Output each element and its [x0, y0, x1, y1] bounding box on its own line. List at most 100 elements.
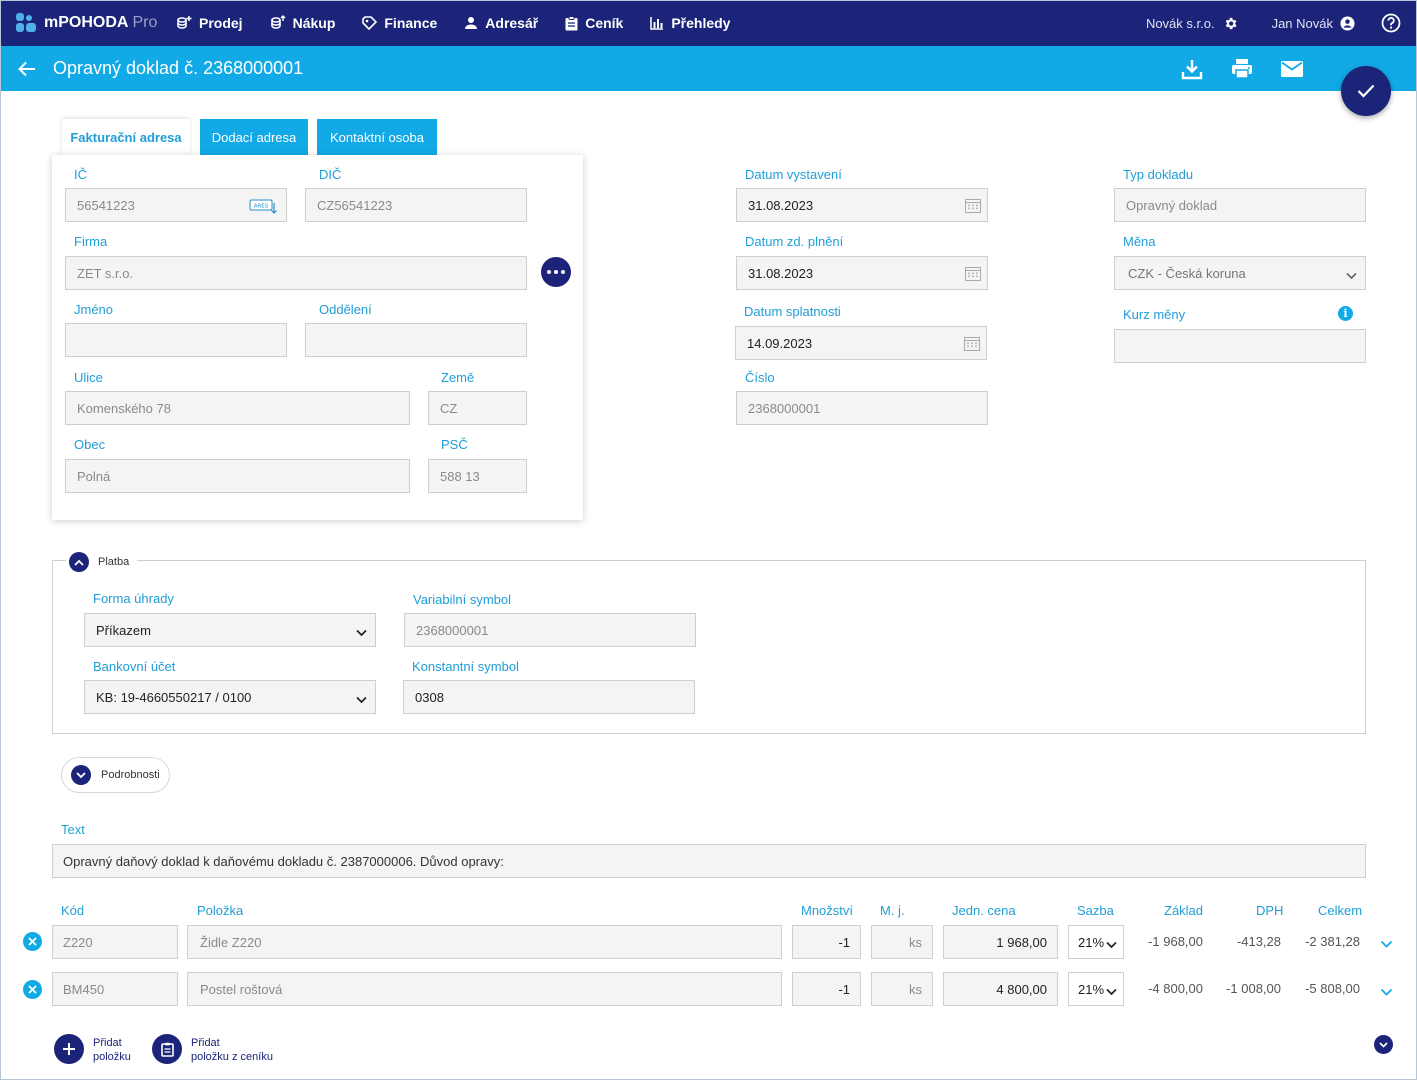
zeme-field[interactable]: CZ [428, 391, 527, 425]
row-kod-field[interactable]: Z220 [52, 925, 178, 959]
variabilni-symbol-value: 2368000001 [416, 622, 489, 638]
ulice-label: Ulice [74, 370, 103, 385]
text-field[interactable]: Opravný daňový doklad k daňovému dokladu… [52, 844, 1366, 878]
row-kod-field[interactable]: BM450 [52, 972, 178, 1006]
row-zaklad: -1 968,00 [1148, 934, 1203, 949]
expand-row-chevron-icon[interactable] [1378, 984, 1394, 1000]
calendar-icon[interactable] [964, 336, 980, 354]
row-polozka-field[interactable]: Židle Z220 [187, 925, 782, 959]
variabilni-symbol-field[interactable]: 2368000001 [404, 613, 696, 647]
email-icon[interactable] [1281, 61, 1303, 77]
user-account-icon[interactable] [1340, 15, 1355, 31]
add-item-label-line1: Přidat [93, 1037, 122, 1049]
download-icon[interactable] [1181, 58, 1203, 80]
add-pricelist-item-label[interactable]: Přidat položku z ceníku [191, 1036, 273, 1064]
ulice-field[interactable]: Komenského 78 [65, 391, 410, 425]
bar-chart-icon [650, 16, 664, 30]
tab-billing-address[interactable]: Fakturační adresa [62, 119, 190, 155]
nav-nakup[interactable]: Nákup [270, 15, 335, 31]
row-polozka: Postel roštová [200, 981, 283, 997]
chevron-up-icon [69, 552, 89, 572]
nav-adresar[interactable]: Adresář [464, 15, 538, 31]
psc-field[interactable]: 588 13 [428, 459, 527, 493]
chevron-down-icon [1346, 268, 1357, 283]
app-logo[interactable]: mPOHODA Pro [16, 13, 176, 33]
row-cena-field[interactable]: 4 800,00 [943, 972, 1058, 1006]
row-mj-field[interactable]: ks [871, 925, 933, 959]
ares-lookup-icon[interactable]: ARES [249, 199, 279, 215]
platba-toggle[interactable]: Platba [66, 549, 138, 575]
variabilni-symbol-label: Variabilní symbol [413, 592, 512, 607]
help-icon[interactable] [1381, 13, 1401, 33]
obec-field[interactable]: Polná [65, 459, 410, 493]
row-mnozstvi-field[interactable]: -1 [792, 972, 861, 1006]
col-header-celkem: Celkem [1318, 903, 1363, 918]
add-pricelist-item-button[interactable] [152, 1034, 182, 1064]
konstantni-symbol-label: Konstantní symbol [412, 659, 519, 674]
expand-row-chevron-icon[interactable] [1378, 936, 1394, 952]
jmeno-field[interactable] [65, 323, 287, 357]
row-kod: BM450 [63, 981, 105, 997]
row-sazba-select[interactable]: 21% [1068, 925, 1124, 959]
firma-field[interactable]: ZET s.r.o. [65, 256, 527, 290]
ic-field[interactable]: 56541223 ARES [65, 188, 287, 222]
calendar-icon[interactable] [965, 266, 981, 284]
info-icon[interactable]: i [1338, 306, 1353, 321]
podrobnosti-toggle[interactable]: Podrobnosti [61, 757, 170, 793]
more-options-button[interactable] [541, 257, 571, 287]
datum-splatnosti-value: 14.09.2023 [747, 335, 813, 351]
datum-splatnosti-field[interactable]: 14.09.2023 [735, 326, 987, 360]
mena-select[interactable]: CZK - Česká koruna [1114, 256, 1366, 290]
finance-icon [362, 15, 378, 31]
company-name[interactable]: Novák s.r.o. [1146, 16, 1215, 31]
forma-uhrady-value: Příkazem [96, 622, 151, 638]
cislo-field[interactable]: 2368000001 [736, 391, 988, 425]
datum-plneni-field[interactable]: 31.08.2023 [736, 256, 988, 290]
gear-icon[interactable] [1223, 16, 1238, 31]
row-polozka-field[interactable]: Postel roštová [187, 972, 782, 1006]
chevron-down-icon [1106, 937, 1117, 952]
oddeleni-label: Oddělení [319, 302, 372, 317]
print-icon[interactable] [1231, 59, 1253, 79]
nav-cenik[interactable]: Ceník [565, 15, 623, 31]
dot-icon [554, 270, 558, 274]
nav-prodej[interactable]: Prodej [176, 15, 243, 31]
bankovni-ucet-select[interactable]: KB: 19-4660550217 / 0100 [84, 680, 376, 714]
dot-icon [561, 270, 565, 274]
col-header-mj: M. j. [880, 903, 905, 918]
tab-delivery-address[interactable]: Dodací adresa [200, 119, 308, 155]
expand-all-button[interactable] [1374, 1035, 1393, 1054]
save-confirm-button[interactable] [1341, 66, 1391, 116]
tab-contact-person[interactable]: Kontaktní osoba [317, 119, 437, 155]
nav-prehledy[interactable]: Přehledy [650, 15, 730, 31]
arrow-left-icon[interactable] [18, 61, 36, 77]
row-sazba-select[interactable]: 21% [1068, 972, 1124, 1006]
konstantni-symbol-field[interactable]: 0308 [403, 680, 695, 714]
ic-label: IČ [74, 167, 87, 182]
add-item-label[interactable]: Přidat položku [93, 1036, 131, 1064]
user-name[interactable]: Jan Novák [1272, 16, 1333, 31]
row-cena-field[interactable]: 1 968,00 [943, 925, 1058, 959]
row-mj-field[interactable]: ks [871, 972, 933, 1006]
dic-field[interactable]: CZ56541223 [305, 188, 527, 222]
row-mnozstvi-field[interactable]: -1 [792, 925, 861, 959]
add-pricelist-label-line2: položku z ceníku [191, 1051, 273, 1063]
nav-prodej-label: Prodej [199, 15, 243, 31]
oddeleni-field[interactable] [305, 323, 527, 357]
typ-dokladu-field[interactable]: Opravný doklad [1114, 188, 1366, 222]
calendar-icon[interactable] [965, 198, 981, 216]
col-header-cena: Jedn. cena [952, 903, 1016, 918]
datum-vystaveni-field[interactable]: 31.08.2023 [736, 188, 988, 222]
chevron-down-icon [356, 692, 367, 707]
close-icon [28, 937, 37, 946]
add-item-button[interactable] [54, 1034, 84, 1064]
remove-row-button[interactable] [23, 932, 42, 951]
nav-finance[interactable]: Finance [362, 15, 437, 31]
col-header-zaklad: Základ [1164, 903, 1204, 918]
app-edition: Pro [132, 14, 158, 31]
row-celkem: -2 381,28 [1305, 934, 1360, 949]
kurz-meny-field[interactable] [1114, 329, 1366, 363]
remove-row-button[interactable] [23, 980, 42, 999]
forma-uhrady-select[interactable]: Příkazem [84, 613, 376, 647]
konstantni-symbol-value: 0308 [415, 689, 444, 705]
